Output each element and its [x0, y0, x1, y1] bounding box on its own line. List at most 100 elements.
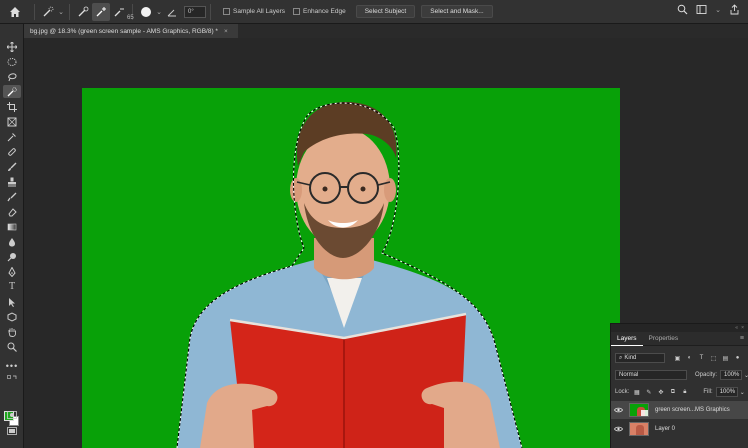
search-icon[interactable]: [677, 4, 688, 15]
screen-mode-button[interactable]: [3, 424, 21, 437]
panel-menu-icon[interactable]: ≡: [740, 335, 744, 342]
lasso-icon: [8, 72, 17, 81]
path-selection-tool[interactable]: [3, 295, 21, 308]
edit-toolbar-button[interactable]: •••: [3, 359, 21, 372]
chevron-down-icon[interactable]: ⌄: [740, 389, 745, 396]
layer-name[interactable]: Layer 0: [655, 426, 675, 432]
share-icon[interactable]: [729, 4, 740, 15]
lock-transparent-icon[interactable]: ▦: [632, 388, 641, 397]
filter-kind-select[interactable]: ⌕ Kind: [615, 353, 665, 363]
marquee-tool[interactable]: [3, 55, 21, 68]
quick-selection-tool[interactable]: [3, 85, 21, 98]
eraser-tool[interactable]: [3, 205, 21, 218]
pen-tool[interactable]: [3, 265, 21, 278]
opacity-input[interactable]: 100%: [720, 370, 743, 380]
gradient-tool[interactable]: [3, 220, 21, 233]
chevron-down-icon[interactable]: ⌄: [715, 6, 721, 14]
fill-label: Fill:: [703, 389, 713, 395]
lock-artboard-icon[interactable]: ⧉: [668, 388, 677, 397]
visibility-icon[interactable]: [611, 407, 625, 413]
clone-stamp-tool[interactable]: [3, 175, 21, 188]
lasso-tool[interactable]: [3, 70, 21, 83]
document-tab[interactable]: bg.jpg @ 18.3% (green screen sample - AM…: [24, 24, 238, 38]
separator: [34, 3, 35, 20]
workspace-icon[interactable]: [696, 4, 707, 15]
shape-tool[interactable]: [3, 310, 21, 323]
layer-row[interactable]: green screen...MS Graphics: [611, 401, 748, 419]
lock-position-icon[interactable]: ✥: [656, 388, 665, 397]
layers-panel: « × Layers Properties ≡ ⌕ Kind ▣ ◐ T ⬚ ▤…: [610, 323, 748, 448]
tool-preset-picker[interactable]: [39, 3, 57, 21]
select-subject-button[interactable]: Select Subject: [355, 5, 416, 18]
crop-tool[interactable]: [3, 100, 21, 113]
subtract-from-selection-button[interactable]: [110, 3, 128, 21]
drop-icon: [9, 237, 15, 246]
brush-picker[interactable]: [137, 3, 155, 21]
blend-mode-select[interactable]: Normal: [615, 370, 687, 380]
history-brush-tool[interactable]: [3, 190, 21, 203]
close-panel-icon[interactable]: ×: [741, 325, 744, 331]
frame-tool[interactable]: [3, 115, 21, 128]
blur-tool[interactable]: [3, 235, 21, 248]
filter-smart-object-icon[interactable]: ▤: [721, 354, 730, 363]
move-tool[interactable]: [3, 40, 21, 53]
lock-row: Lock: ▦ ✎ ✥ ⧉ 🔒︎ Fill: 100% ⌄: [615, 387, 745, 397]
chevron-down-icon[interactable]: ⌄: [744, 372, 748, 379]
quick-mask-icon: [7, 410, 17, 419]
brush-icon: [8, 162, 17, 171]
filter-type-icon[interactable]: T: [697, 354, 706, 363]
eyedropper-tool[interactable]: [3, 130, 21, 143]
collapse-icon[interactable]: «: [735, 325, 738, 331]
fill-input[interactable]: 100%: [715, 387, 738, 397]
type-icon: T: [8, 281, 16, 292]
checkbox-box: [293, 8, 301, 15]
arrow-pointer-icon: [9, 297, 15, 307]
lock-all-icon[interactable]: 🔒︎: [680, 388, 689, 397]
document-canvas[interactable]: [82, 88, 620, 448]
home-icon: [10, 6, 20, 17]
tab-properties[interactable]: Properties: [643, 332, 685, 346]
document-tab-title: bg.jpg @ 18.3% (green screen sample - AM…: [30, 27, 218, 35]
hand-tool[interactable]: [3, 325, 21, 338]
filter-kind-value: Kind: [624, 355, 637, 361]
separator: [69, 3, 70, 20]
angle-input[interactable]: 0°: [184, 5, 206, 18]
chevron-down-icon[interactable]: ⌄: [57, 8, 65, 16]
options-bar-right: ⌄: [677, 4, 740, 15]
swap-icon: [7, 375, 17, 379]
brush-size-value: 65: [127, 15, 134, 21]
layer-row[interactable]: Layer 0: [611, 420, 748, 438]
stamp-icon: [8, 177, 16, 186]
swap-colors-button[interactable]: [3, 374, 21, 384]
lock-label: Lock:: [615, 389, 630, 395]
dodge-tool[interactable]: [3, 250, 21, 263]
frame-icon: [7, 117, 17, 126]
healing-brush-tool[interactable]: [3, 145, 21, 158]
filter-toggle-icon[interactable]: ●: [733, 354, 742, 363]
quick-mask-button[interactable]: [3, 408, 21, 421]
new-selection-button[interactable]: [74, 3, 92, 21]
eraser-icon: [8, 207, 17, 216]
filter-pixel-icon[interactable]: ▣: [673, 354, 682, 363]
filter-adjustment-icon[interactable]: ◐: [685, 354, 694, 363]
visibility-icon[interactable]: [611, 426, 625, 432]
quick-selection-icon: [7, 86, 17, 96]
select-and-mask-button[interactable]: Select and Mask...: [421, 5, 493, 18]
hand-icon: [8, 327, 16, 337]
zoom-tool[interactable]: [3, 340, 21, 353]
type-tool[interactable]: T: [3, 280, 21, 293]
filter-shape-icon[interactable]: ⬚: [709, 354, 718, 363]
lock-image-icon[interactable]: ✎: [644, 388, 653, 397]
add-to-selection-button[interactable]: [92, 2, 110, 21]
brush-tool[interactable]: [3, 160, 21, 173]
eyedropper-icon: [7, 132, 16, 141]
enhance-edge-checkbox[interactable]: Enhance Edge: [293, 8, 346, 15]
chevron-down-icon[interactable]: ⌄: [155, 8, 163, 16]
close-icon[interactable]: ×: [224, 28, 228, 35]
filter-row: ⌕ Kind ▣ ◐ T ⬚ ▤ ●: [615, 353, 742, 363]
brush-preview-icon: [141, 6, 151, 17]
sample-all-layers-checkbox[interactable]: Sample All Layers: [223, 8, 285, 15]
home-button[interactable]: [0, 0, 30, 24]
layer-name[interactable]: green screen...MS Graphics: [655, 407, 730, 413]
tab-layers[interactable]: Layers: [611, 332, 643, 346]
